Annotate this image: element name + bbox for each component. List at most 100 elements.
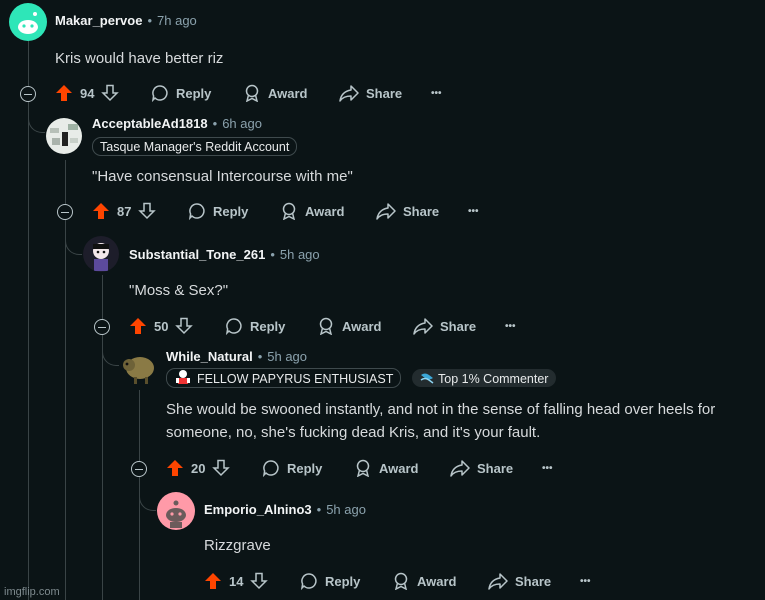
- papyrus-icon: [176, 370, 190, 384]
- more-icon: •••: [505, 320, 516, 332]
- badge-label: Top 1% Commenter: [438, 372, 549, 386]
- username[interactable]: Substantial_Tone_261: [129, 247, 265, 262]
- reply-icon: [262, 460, 279, 477]
- downvote-icon[interactable]: [250, 572, 269, 590]
- award-button[interactable]: Award: [317, 315, 382, 337]
- username[interactable]: AcceptableAd1818: [92, 116, 208, 131]
- comment-actions: 14 Reply Award Share •••: [204, 570, 604, 592]
- vote-group: 50: [129, 315, 194, 337]
- upvote-icon[interactable]: [55, 84, 73, 102]
- upvote-icon[interactable]: [92, 202, 110, 220]
- comment-header: Emporio_Alnino3 • 5h ago: [204, 502, 366, 517]
- reply-button[interactable]: Reply: [225, 315, 285, 337]
- upvote-icon[interactable]: [166, 459, 184, 477]
- snoo-avatar-icon: [166, 500, 186, 528]
- more-icon: •••: [431, 87, 442, 99]
- more-options-button[interactable]: •••: [505, 315, 516, 337]
- avatar[interactable]: [157, 492, 195, 530]
- share-button[interactable]: Share: [339, 82, 402, 104]
- more-icon: •••: [580, 575, 591, 587]
- upvote-icon[interactable]: [129, 317, 147, 335]
- award-button[interactable]: Award: [280, 200, 345, 222]
- custom-avatar-icon: [50, 124, 78, 146]
- share-icon: [450, 460, 470, 477]
- more-options-button[interactable]: •••: [580, 570, 591, 592]
- username[interactable]: Makar_pervoe: [55, 13, 142, 28]
- vote-group: 14: [204, 570, 269, 592]
- more-options-button[interactable]: •••: [431, 82, 442, 104]
- award-label: Award: [379, 460, 419, 476]
- commenter-badge-icon: [420, 373, 434, 384]
- downvote-icon[interactable]: [101, 84, 120, 102]
- downvote-icon[interactable]: [175, 317, 194, 335]
- score: 94: [80, 85, 95, 101]
- collapse-button[interactable]: [131, 461, 147, 477]
- avatar[interactable]: [46, 118, 82, 154]
- collapse-button[interactable]: [20, 86, 36, 102]
- username[interactable]: Emporio_Alnino3: [204, 502, 312, 517]
- score: 50: [154, 318, 169, 334]
- reply-icon: [188, 203, 205, 220]
- flair-label: FELLOW PAPYRUS ENTHUSIAST: [197, 372, 394, 386]
- reply-button[interactable]: Reply: [300, 570, 360, 592]
- share-icon: [376, 203, 396, 220]
- custom-avatar-icon: [123, 357, 154, 384]
- reply-icon: [225, 318, 242, 335]
- downvote-icon[interactable]: [138, 202, 157, 220]
- award-icon: [245, 84, 259, 102]
- timestamp: 5h ago: [279, 247, 320, 262]
- award-button[interactable]: Award: [354, 457, 419, 479]
- award-icon: [356, 459, 370, 477]
- reply-button[interactable]: Reply: [151, 82, 211, 104]
- share-label: Share: [366, 85, 403, 101]
- award-button[interactable]: Award: [392, 570, 457, 592]
- share-icon: [339, 85, 359, 102]
- avatar[interactable]: [83, 236, 119, 272]
- collapse-button[interactable]: [57, 204, 73, 220]
- reply-icon: [151, 85, 168, 102]
- comment-body-line: She would be swooned instantly, and not …: [166, 401, 716, 418]
- comment-body: "Moss & Sex?": [129, 282, 229, 299]
- thread-connector: [102, 335, 119, 366]
- imgflip-watermark: imgflip.com: [4, 586, 60, 598]
- vote-group: 94: [55, 82, 120, 104]
- share-label: Share: [515, 573, 552, 589]
- more-options-button[interactable]: •••: [542, 457, 553, 479]
- reply-button[interactable]: Reply: [262, 457, 322, 479]
- username[interactable]: While_Natural: [166, 349, 253, 364]
- score: 14: [229, 573, 244, 589]
- comment-body: Kris would have better riz: [55, 50, 224, 67]
- avatar[interactable]: [120, 350, 156, 386]
- share-button[interactable]: Share: [450, 457, 513, 479]
- downvote-icon[interactable]: [212, 459, 231, 477]
- comment-actions: 94 Reply Award Share •••: [55, 82, 455, 104]
- thread-connector: [139, 477, 156, 511]
- award-icon: [282, 202, 296, 220]
- vote-group: 20: [166, 457, 231, 479]
- snoo-avatar-icon: [18, 12, 38, 34]
- comment-actions: 20 Reply Award Share •••: [166, 457, 566, 479]
- score: 87: [117, 203, 132, 219]
- reply-button[interactable]: Reply: [188, 200, 248, 222]
- award-button[interactable]: Award: [243, 82, 308, 104]
- timestamp: 6h ago: [222, 116, 262, 131]
- more-options-button[interactable]: •••: [468, 200, 479, 222]
- reply-label: Reply: [325, 573, 361, 589]
- award-label: Award: [268, 85, 308, 101]
- comment-actions: 87 Reply Award Share •••: [92, 200, 492, 222]
- thread-connector: [28, 100, 45, 133]
- reply-icon: [300, 573, 317, 590]
- upvote-icon[interactable]: [204, 572, 222, 590]
- comment-body-line: someone, no, she's fucking dead Kris, an…: [166, 424, 541, 441]
- custom-avatar-icon: [93, 243, 109, 271]
- share-button[interactable]: Share: [413, 315, 476, 337]
- collapse-button[interactable]: [94, 319, 110, 335]
- avatar[interactable]: [9, 3, 47, 41]
- share-button[interactable]: Share: [376, 200, 439, 222]
- timestamp: 7h ago: [157, 13, 197, 28]
- comment-header: While_Natural • 5h ago: [166, 349, 308, 364]
- timestamp: 5h ago: [267, 349, 308, 364]
- share-button[interactable]: Share: [488, 570, 551, 592]
- comment-actions: 50 Reply Award Share •••: [129, 315, 529, 337]
- top-commenter-badge: Top 1% Commenter: [412, 369, 557, 387]
